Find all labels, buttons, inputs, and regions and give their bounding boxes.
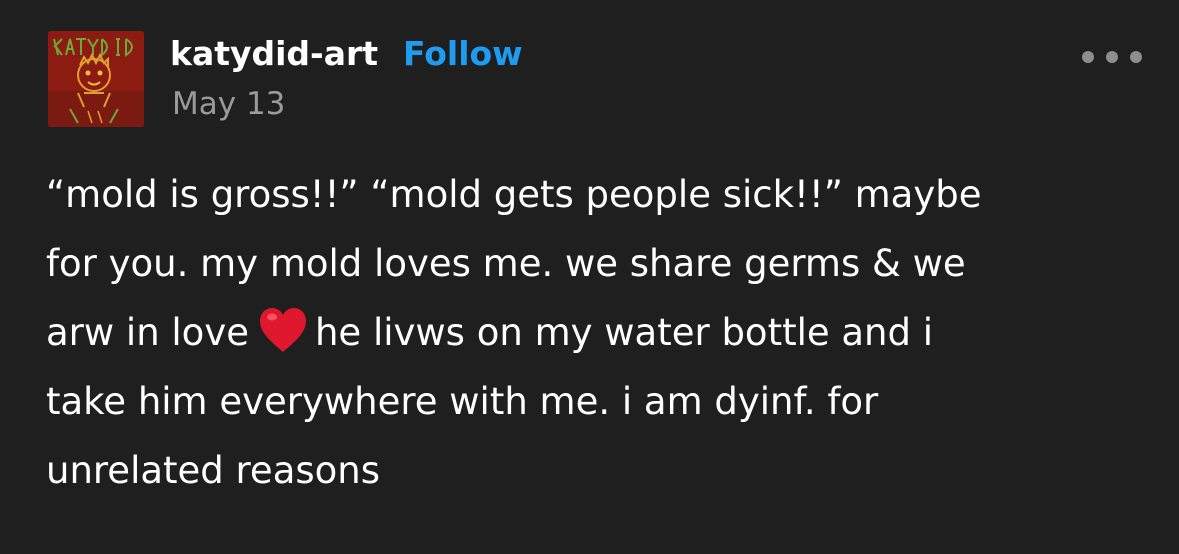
red-heart-emoji-icon <box>259 308 306 352</box>
post-text-line: “mold is gross!!” “mold gets people sick… <box>46 173 982 216</box>
avatar-image <box>48 31 144 127</box>
post-text-line: arw in love he livws on my water bottle a… <box>46 298 1146 367</box>
avatar[interactable] <box>48 31 144 127</box>
post-text-segment: arw in love <box>46 311 249 354</box>
post-text-segment: for you. my mold loves me. we share germ… <box>46 242 966 285</box>
follow-button[interactable]: Follow <box>403 34 523 73</box>
post-body: “mold is gross!!” “mold gets people sick… <box>46 160 1146 505</box>
post-text-segment: he livws on my water bottle and i <box>314 311 934 354</box>
post-date: May 13 <box>172 86 286 122</box>
post-text-line: take him everywhere with me. i am dyinf.… <box>46 380 879 423</box>
more-options-button[interactable] <box>1082 46 1142 68</box>
post-text-line: unrelated reasons <box>46 449 381 492</box>
ellipsis-icon <box>1106 51 1118 63</box>
ellipsis-icon <box>1130 51 1142 63</box>
ellipsis-icon <box>1082 51 1094 63</box>
post-text-line: for you. my mold loves me. we share germ… <box>46 229 1146 298</box>
username[interactable]: katydid-art <box>170 34 378 73</box>
post-card: katydid-art Follow May 13 “mold is gross… <box>0 0 1179 554</box>
